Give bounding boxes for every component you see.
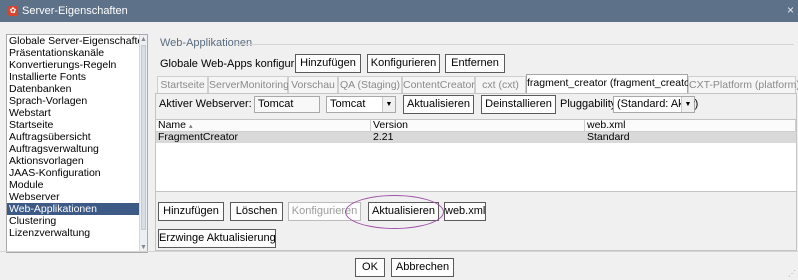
sidebar-scrollbar[interactable]: ▲ ▼ [139,35,147,252]
cell-name: FragmentCreator [158,131,238,143]
cancel-button[interactable]: Abbrechen [391,258,454,277]
resize-grip-icon[interactable]: ⋰ [788,269,796,278]
sidebar-item[interactable]: Präsentationskanäle [7,47,147,59]
sidebar-item[interactable]: Konvertierungs-Regeln [7,59,147,71]
delete-button[interactable]: Löschen [230,202,283,221]
column-header-webxml[interactable]: web.xml [585,120,796,131]
update-webapp-button[interactable]: Aktualisieren [368,202,439,221]
group-title: Web-Applikationen [160,37,253,49]
chevron-down-icon[interactable]: ▼ [382,97,395,112]
pluggability-select[interactable]: (Standard: Aktiv) ▼ [613,96,698,113]
ok-button[interactable]: OK [355,258,385,277]
cell-webxml: Standard [587,131,630,143]
sidebar-item[interactable]: Lizenzverwaltung [7,227,147,239]
global-add-button[interactable]: Hinzufügen [295,54,361,73]
webapps-table[interactable]: Name ▴ Version web.xml FragmentCreator 2… [155,119,797,192]
sidebar-list[interactable]: Globale Server-Eigenschaften Präsentation… [6,34,148,253]
sidebar-item[interactable]: Module [7,179,147,191]
sidebar-item[interactable]: Datenbanken [7,83,147,95]
column-header-version[interactable]: Version [371,120,585,131]
scroll-up-icon[interactable]: ▲ [140,35,147,44]
table-row[interactable]: FragmentCreator 2.21 Standard [156,132,796,143]
title-bar: ✿ Server-Eigenschaften × [0,0,798,22]
tab-qa-staging[interactable]: QA (Staging) [338,76,402,93]
pluggability-label: Pluggability: [560,98,620,110]
dialog-divider [0,251,798,252]
tab-fragment-creator[interactable]: fragment_creator (fragment_creator) [526,74,697,93]
webserver-select-value: Tomcat [330,98,366,110]
chevron-down-icon[interactable]: ▼ [681,97,694,112]
sidebar-item[interactable]: JAAS-Konfiguration [7,167,147,179]
sidebar-item[interactable]: Installierte Fonts [7,71,147,83]
global-remove-button[interactable]: Entfernen [445,54,505,73]
webserver-select[interactable]: Tomcat ▼ [326,96,396,113]
sidebar-item[interactable]: Globale Server-Eigenschaften [7,35,147,47]
sidebar-item[interactable]: Web-Applikationen [7,203,147,215]
uninstall-button[interactable]: Deinstallieren [481,95,556,114]
cell-version: 2.21 [373,131,394,143]
configure-webapp-button[interactable]: Konfigurieren [288,202,361,221]
sidebar-item[interactable]: Startseite [7,119,147,131]
force-update-button[interactable]: Erzwinge Aktualisierung [158,229,276,248]
sidebar-item[interactable]: Aktionsvorlagen [7,155,147,167]
window-title: Server-Eigenschaften [22,5,128,17]
sort-ascending-icon: ▴ [188,123,193,130]
sidebar-item[interactable]: Auftragsübersicht [7,131,147,143]
webxml-button[interactable]: web.xml [444,202,486,221]
column-header-name[interactable]: Name ▴ [156,120,371,131]
tab-cxt-platform[interactable]: CXT-Platform (platform) [688,76,798,93]
table-header: Name ▴ Version web.xml [156,120,796,132]
sidebar-item[interactable]: Webserver [7,191,147,203]
group-divider [236,44,794,45]
sidebar-item[interactable]: Webstart [7,107,147,119]
active-webserver-label: Aktiver Webserver: [159,98,252,110]
app-icon: ✿ [8,6,18,16]
update-server-button[interactable]: Aktualisieren [403,95,474,114]
tab-content-creator[interactable]: ContentCreator [402,76,475,93]
close-icon[interactable]: × [787,3,794,17]
global-configure-button[interactable]: Konfigurieren [367,54,440,73]
tab-startseite[interactable]: Startseite [157,76,208,93]
sidebar-item[interactable]: Sprach-Vorlagen [7,95,147,107]
sidebar-item[interactable]: Auftragsverwaltung [7,143,147,155]
tab-cxt[interactable]: cxt (cxt) [475,76,526,93]
add-webapp-button[interactable]: Hinzufügen [158,202,224,221]
sidebar-item[interactable]: Clustering [7,215,147,227]
active-webserver-value: Tomcat [254,96,320,113]
scroll-thumb[interactable] [141,45,146,230]
tab-vorschau[interactable]: Vorschau [288,76,338,93]
tab-server-monitoring[interactable]: ServerMonitoring [208,76,289,93]
